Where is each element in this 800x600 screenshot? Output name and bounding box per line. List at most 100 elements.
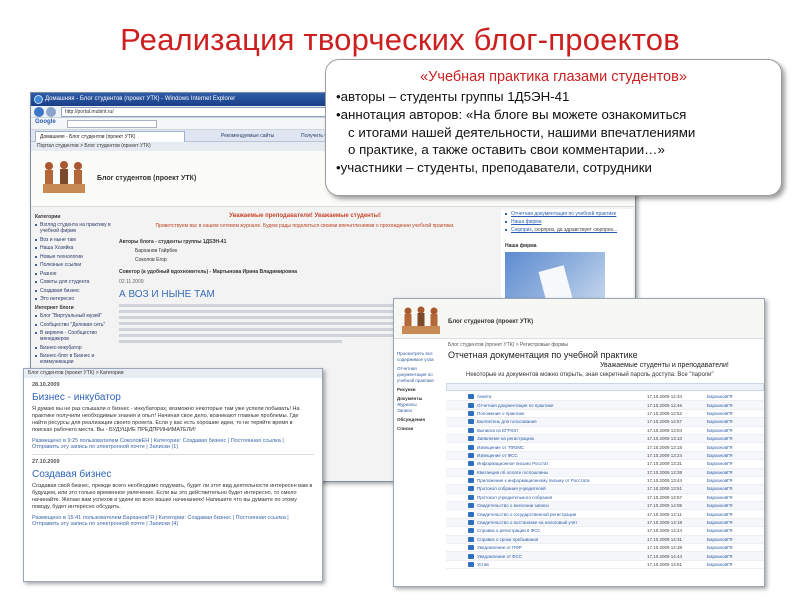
modified-by[interactable]: БархановГЯ [707, 545, 757, 550]
callout-heading: «Учебная практика глазами студентов» [420, 69, 687, 85]
blog-link[interactable]: В кирпиче - Сообщество менеджеров [35, 330, 113, 342]
table-row[interactable]: Извещение от ФСС 17.10.2009 13:24 Барханов… [446, 451, 764, 461]
table-row[interactable]: Устав 17.10.2009 14:51 БархановГЯ [446, 561, 764, 570]
table-row[interactable]: Анкета 17.10.2009 12:34 БархановГЯ [446, 393, 764, 402]
post-title[interactable]: Создавая бизнес [24, 465, 322, 480]
document-name[interactable]: Свидетельство о внесении записи [477, 503, 647, 508]
right-link[interactable]: Наша фирма [505, 219, 629, 225]
document-name[interactable]: Информационное письмо Росстат [477, 461, 647, 466]
table-row[interactable]: Справка о регистрации в ФСС 17.10.2009 14… [446, 527, 764, 536]
table-row[interactable]: Квитанция об оплате госпошлины 17.10.2009… [446, 468, 764, 477]
document-name[interactable]: Уведомление от ФСС [477, 554, 647, 559]
table-row[interactable]: Приложение к информационному письму от Р… [446, 477, 764, 486]
table-row[interactable]: Информационное письмо Росстат 17.10.2009 … [446, 460, 764, 469]
modified-by[interactable]: БархановГЯ [707, 495, 757, 500]
document-name[interactable]: Извещение от ТФОМС [477, 445, 647, 450]
document-name[interactable]: Анкета [477, 394, 647, 399]
modified-by[interactable]: БархановГЯ [707, 503, 757, 508]
document-name[interactable]: Приложение к информационному письму от Р… [477, 478, 647, 483]
modified-by[interactable]: БархановГЯ [707, 520, 757, 525]
category-link[interactable]: Полезные ссылки [35, 262, 113, 268]
table-row[interactable]: Свидетельство о постановке на налоговый … [446, 518, 764, 528]
table-row[interactable]: Свидетельство о государственной регистра… [446, 510, 764, 519]
right-link[interactable]: Отчетная документация по учебной практик… [505, 211, 629, 217]
document-name[interactable]: Свидетельство о государственной регистра… [477, 512, 647, 517]
document-name[interactable]: Заявление на регистрацию [477, 436, 647, 441]
modified-by[interactable]: БархановГЯ [707, 554, 757, 559]
modified-by[interactable]: БархановГЯ [707, 562, 757, 567]
document-name[interactable]: Положение о практике [477, 411, 647, 416]
table-row[interactable]: Положение о практике 17.10.2009 12:52 Барх… [446, 410, 764, 419]
document-name[interactable]: Выписка из ЕГРЮЛ [477, 428, 647, 433]
blog-link[interactable]: Бизнес-блог в Бизнес и коммуникации [35, 353, 113, 365]
document-name[interactable]: Устав [477, 562, 647, 567]
modified-by[interactable]: БархановГЯ [707, 470, 757, 475]
suggested-sites-link[interactable]: Рекомендуемые сайты [221, 131, 274, 141]
table-row[interactable]: Бюллетень для голосования 17.10.2009 12:5… [446, 418, 764, 427]
post-title[interactable]: Бизнес - инкубатор [24, 388, 322, 403]
document-name[interactable]: Протокол собрания учредителей [477, 486, 647, 491]
table-row[interactable]: Уведомление от ПФР 17.10.2009 14:38 Бархан… [446, 544, 764, 553]
google-search-input[interactable] [67, 120, 157, 128]
word-document-icon [468, 444, 474, 450]
back-arrow-icon[interactable] [34, 107, 44, 117]
table-row[interactable]: Уведомление от ФСС 17.10.2009 14:44 Бархан… [446, 552, 764, 561]
table-row[interactable]: Извещение от ТФОМС 17.10.2009 13:18 Бархан… [446, 443, 764, 452]
category-link[interactable]: Новые технологии [35, 254, 113, 260]
nav-link[interactable]: Просмотреть все содержимое узла [397, 351, 441, 363]
modified-by[interactable]: БархановГЯ [707, 486, 757, 491]
table-row[interactable]: Справка о сроке пребывания 17.10.2009 14:… [446, 535, 764, 545]
modified-by[interactable]: БархановГЯ [707, 394, 757, 399]
modified-by[interactable]: БархановГЯ [707, 512, 757, 517]
modified-by[interactable]: БархановГЯ [707, 528, 757, 533]
table-row[interactable]: Выписка из ЕГРЮЛ 17.10.2009 13:04 Барханов… [446, 427, 764, 435]
modified-by[interactable]: БархановГЯ [707, 445, 757, 450]
table-row[interactable]: Протокол учредительного собрания 17.10.20… [446, 494, 764, 503]
table-row[interactable]: Отчетная документация по практике 17.10.2… [446, 401, 764, 410]
category-link[interactable]: Это интересно [35, 296, 113, 302]
forward-arrow-icon[interactable] [46, 107, 56, 117]
document-name[interactable]: Бюллетень для голосования [477, 419, 647, 424]
modified-by[interactable]: БархановГЯ [707, 537, 757, 542]
modified-by[interactable]: БархановГЯ [707, 461, 757, 466]
blog-link[interactable]: Блог "Виртуальный музей" [35, 313, 113, 319]
post-meta[interactable]: Отправить эту запись по электронной почт… [24, 444, 322, 450]
document-name[interactable]: Отчетная документация по практике [477, 403, 647, 408]
table-row[interactable]: Свидетельство о внесении записи 17.10.200… [446, 502, 764, 511]
category-link[interactable]: Воз и ныне там [35, 237, 113, 243]
modified-by[interactable]: БархановГЯ [707, 428, 757, 433]
blog-link[interactable]: Сообщество "Деловая сеть" [35, 322, 113, 328]
table-row[interactable]: Протокол собрания учредителей 17.10.2009 … [446, 485, 764, 494]
document-name[interactable]: Квитанция об оплате госпошлины [477, 470, 647, 475]
word-document-icon [468, 427, 474, 433]
modified-by[interactable]: БархановГЯ [707, 478, 757, 483]
document-name[interactable]: Справка о сроке пребывания [477, 537, 647, 542]
modified-by[interactable]: БархановГЯ [707, 403, 757, 408]
word-document-icon [468, 503, 474, 509]
modified-by[interactable]: БархановГЯ [707, 436, 757, 441]
nav-link[interactable]: Отчетная документация по учебной практик… [397, 366, 441, 384]
browser-tab[interactable]: Домашняя - Блог студентов (проект УТК) [35, 131, 185, 142]
category-link[interactable]: Взгляд студента на практику в учебной фи… [35, 222, 113, 234]
document-name[interactable]: Протокол учредительного собрания [477, 495, 647, 500]
blog-link[interactable]: Бизнес-инкубатор [35, 345, 113, 351]
document-name[interactable]: Свидетельство о постановке на налоговый … [477, 520, 647, 525]
document-name[interactable]: Справка о регистрации в ФСС [477, 528, 647, 533]
post-meta[interactable]: Размещено в 15:41 пользователем Барханов… [24, 511, 322, 521]
category-link[interactable]: Создавая бизнес [35, 288, 113, 294]
table-row[interactable]: Заявление на регистрацию 17.10.2009 13:10… [446, 434, 764, 444]
document-name[interactable]: Уведомление от ПФР [477, 545, 647, 550]
library-toolbar[interactable] [446, 383, 764, 391]
modified-by[interactable]: БархановГЯ [707, 411, 757, 416]
word-document-icon [468, 511, 474, 517]
modified-by[interactable]: БархановГЯ [707, 419, 757, 424]
document-name[interactable]: Извещение от ФСС [477, 453, 647, 458]
nav-link[interactable]: Записи [397, 408, 441, 414]
right-link[interactable]: Сюрприз, сюрприз, да здравствует сюрприз… [505, 227, 629, 233]
category-link[interactable]: Разное [35, 271, 113, 277]
category-link[interactable]: Наша Хозяйка [35, 245, 113, 251]
modified-by[interactable]: БархановГЯ [707, 453, 757, 458]
post-meta[interactable]: Отправить эту запись по электронной почт… [24, 521, 322, 527]
post-meta[interactable]: Размещено в 9:25 пользователем СоколовЕН… [24, 434, 322, 444]
category-link[interactable]: Советы для студента [35, 279, 113, 285]
